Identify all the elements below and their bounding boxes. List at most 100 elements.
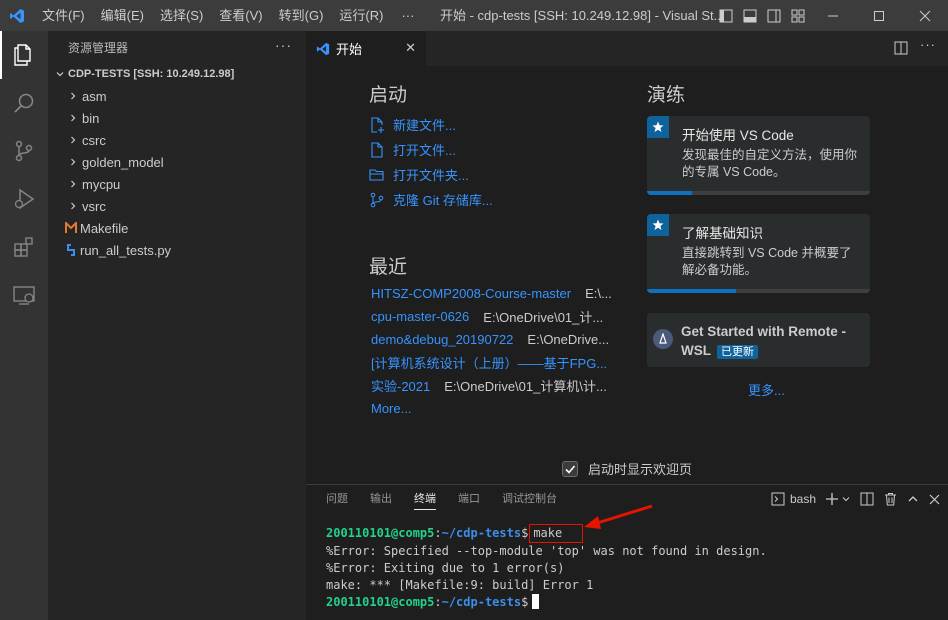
makefile-icon <box>62 222 80 234</box>
walkthrough-card-fundamentals[interactable]: 了解基础知识 直接跳转到 VS Code 并概要了解必备功能。 <box>647 214 870 293</box>
tree-item-golden-model[interactable]: golden_model <box>48 151 306 173</box>
terminal-path: ~/cdp-tests <box>441 595 522 609</box>
tree-item-mycpu[interactable]: mycpu <box>48 173 306 195</box>
minimize-icon[interactable] <box>810 0 856 31</box>
close-window-icon[interactable] <box>902 0 948 31</box>
show-on-startup-row: 启动时显示欢迎页 <box>562 459 692 478</box>
show-on-startup-label: 启动时显示欢迎页 <box>588 462 693 477</box>
terminal-prompt-line: 200110101@comp5:~/cdp-tests$ make <box>326 524 767 543</box>
menu-view[interactable]: 查看(V) <box>211 0 270 31</box>
tree-item-label: mycpu <box>82 176 121 192</box>
walkthrough-card-wsl[interactable]: Get Started with Remote - WSL 已更新 <box>647 313 870 367</box>
open-file-link[interactable]: 打开文件... <box>369 137 493 162</box>
menu-file[interactable]: 文件(F) <box>34 0 93 31</box>
recent-item[interactable]: HITSZ-COMP2008-Course-master E:\... <box>371 282 621 305</box>
terminal-icon <box>771 492 785 506</box>
extensions-icon[interactable] <box>0 223 48 271</box>
terminal-prompt-line: 200110101@comp5:~/cdp-tests$ <box>326 594 767 611</box>
recent-item[interactable]: cpu-master-0626 E:\OneDrive\01_计... <box>371 305 621 328</box>
new-file-link[interactable]: 新建文件... <box>369 112 493 137</box>
recent-item[interactable]: demo&debug_20190722 E:\OneDrive... <box>371 328 621 351</box>
tree-item-asm[interactable]: asm <box>48 85 306 107</box>
menu-selection[interactable]: 选择(S) <box>152 0 211 31</box>
terminal-shell-selector[interactable]: bash <box>771 488 816 510</box>
menu-run[interactable]: 运行(R) <box>331 0 391 31</box>
chevron-down-icon <box>842 497 850 502</box>
explorer-more-button[interactable]: ··· <box>275 37 292 53</box>
window-title: 开始 - cdp-tests [SSH: 10.249.12.98] - Vis… <box>440 8 725 23</box>
tab-welcome[interactable]: 开始 ✕ <box>306 31 426 66</box>
workspace-name: CDP-TESTS [SSH: 10.249.12.98] <box>68 68 235 80</box>
chevron-right-icon <box>64 135 82 145</box>
close-panel-icon[interactable] <box>929 488 940 510</box>
customize-layout-icon[interactable] <box>786 0 810 31</box>
recent-name: 实验-2021 <box>371 379 431 394</box>
tree-item-makefile[interactable]: Makefile <box>48 217 306 239</box>
walkthrough-more-link[interactable]: 更多... <box>748 380 785 399</box>
toggle-panel-icon[interactable] <box>738 0 762 31</box>
wsl-title-text: Get Started with Remote - WSL <box>681 324 847 358</box>
walkthrough-card-get-started[interactable]: 开始使用 VS Code 发现最佳的自定义方法，使用你的专属 VS Code。 <box>647 116 870 195</box>
walkthrough-heading: 演练 <box>647 85 686 106</box>
explorer-icon[interactable] <box>0 31 48 79</box>
menu-more-button[interactable]: ··· <box>391 8 424 23</box>
open-file-icon <box>369 141 393 158</box>
tree-item-bin[interactable]: bin <box>48 107 306 129</box>
panel-tab[interactable]: 问题 <box>326 490 348 510</box>
card-description: 发现最佳的自定义方法，使用你的专属 VS Code。 <box>682 148 858 179</box>
card-description: 直接跳转到 VS Code 并概要了解必备功能。 <box>682 246 852 277</box>
run-debug-icon[interactable] <box>0 175 48 223</box>
panel-tab[interactable]: 输出 <box>370 490 392 510</box>
clone-git-link[interactable]: 克隆 Git 存储库... <box>369 187 493 212</box>
show-on-startup-checkbox[interactable] <box>562 460 578 477</box>
open-folder-link[interactable]: 打开文件夹... <box>369 162 493 187</box>
panel-tab[interactable]: 端口 <box>458 490 480 510</box>
editor-more-button[interactable]: ··· <box>920 37 936 52</box>
remote-explorer-icon[interactable] <box>0 271 48 319</box>
tree-item-csrc[interactable]: csrc <box>48 129 306 151</box>
linux-penguin-icon <box>653 329 673 349</box>
star-icon <box>647 116 669 138</box>
maximize-panel-chevron-up-icon[interactable] <box>907 488 919 510</box>
maximize-icon[interactable] <box>856 0 902 31</box>
panel-tab[interactable]: 调试控制台 <box>502 490 557 510</box>
recent-name: [计算机系统设计（上册）——基于FPG... <box>371 356 608 371</box>
panel-tab[interactable]: 终端 <box>414 490 436 510</box>
tree-item-label: asm <box>82 88 107 104</box>
vscode-logo-icon[interactable] <box>0 0 34 31</box>
source-control-icon[interactable] <box>0 127 48 175</box>
python-file-icon <box>62 244 80 256</box>
chevron-right-icon <box>64 91 82 101</box>
prompt-char: $ <box>521 595 529 609</box>
split-terminal-icon[interactable] <box>860 488 874 510</box>
tree-item-vsrc[interactable]: vsrc <box>48 195 306 217</box>
recent-path: E:\OneDrive... <box>527 332 610 347</box>
new-terminal-button[interactable] <box>826 488 850 510</box>
toggle-secondary-sidebar-icon[interactable] <box>762 0 786 31</box>
close-tab-icon[interactable]: ✕ <box>405 40 416 56</box>
card-title: 开始使用 VS Code <box>682 128 794 143</box>
kill-terminal-trash-icon[interactable] <box>884 488 897 510</box>
chevron-right-icon <box>64 157 82 167</box>
terminal-line: make: *** [Makefile:9: build] Error 1 <box>326 578 594 592</box>
annotation-red-arrow-icon <box>584 504 653 529</box>
recent-path: E:\OneDrive\01_计算机\计... <box>444 379 607 394</box>
chevron-right-icon <box>64 113 82 123</box>
split-editor-icon[interactable] <box>894 41 908 58</box>
recent-item[interactable]: [计算机系统设计（上册）——基于FPG... <box>371 351 621 374</box>
recent-more-link[interactable]: More... <box>371 397 621 420</box>
chevron-right-icon <box>64 179 82 189</box>
tree-item-run-all-tests-py[interactable]: run_all_tests.py <box>48 239 306 261</box>
menu-go[interactable]: 转到(G) <box>271 0 332 31</box>
tree-item-label: Makefile <box>80 220 129 236</box>
explorer-title: 资源管理器 <box>68 40 129 55</box>
toggle-primary-sidebar-icon[interactable] <box>714 0 738 31</box>
progress-track <box>647 289 870 293</box>
workspace-section-header[interactable]: CDP-TESTS [SSH: 10.249.12.98] <box>48 63 306 85</box>
menu-edit[interactable]: 编辑(E) <box>93 0 152 31</box>
terminal-user: 200110101@comp5 <box>326 526 435 540</box>
terminal-output[interactable]: 200110101@comp5:~/cdp-tests$ make %Error: … <box>326 524 767 611</box>
recent-item[interactable]: 实验-2021 E:\OneDrive\01_计算机\计... <box>371 374 621 397</box>
recent-path: E:\... <box>585 286 612 301</box>
search-icon[interactable] <box>0 79 48 127</box>
